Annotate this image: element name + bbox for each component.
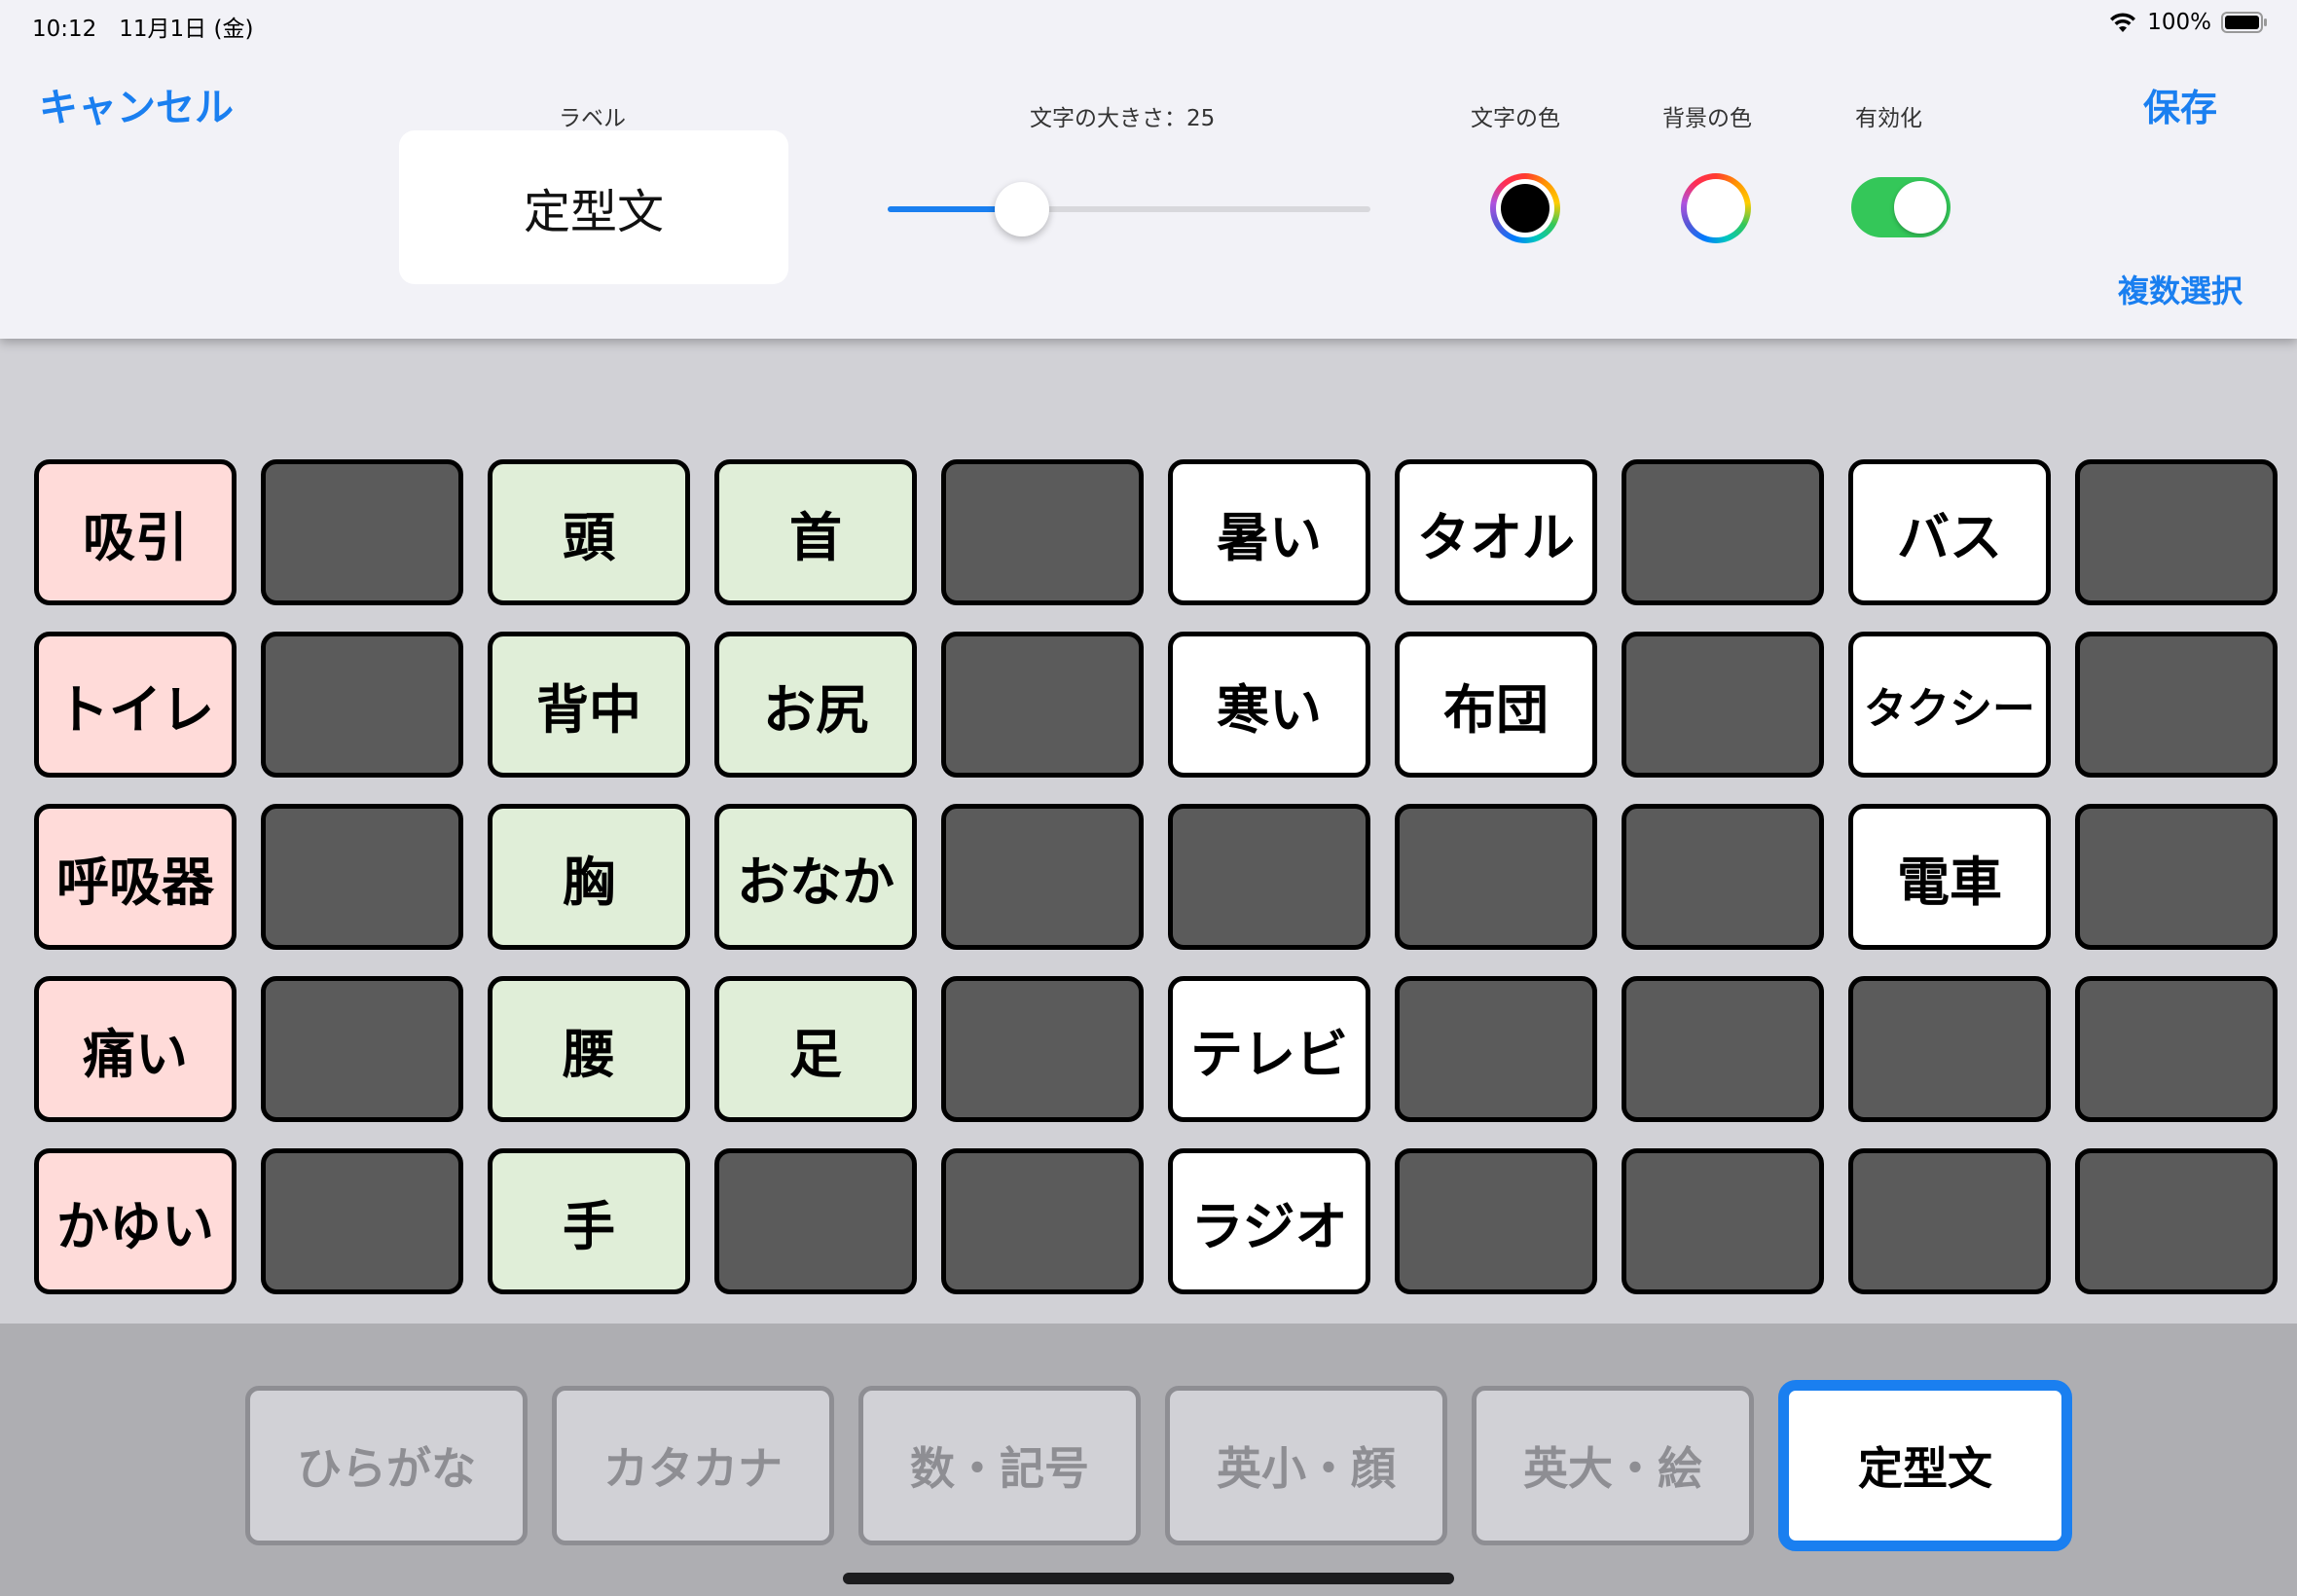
empty-key[interactable] <box>1622 632 1824 778</box>
empty-key[interactable] <box>261 1148 463 1294</box>
empty-key[interactable] <box>1622 804 1824 950</box>
phrase-key[interactable]: 布団 <box>1395 632 1597 778</box>
empty-key[interactable] <box>714 1148 917 1294</box>
tab-0[interactable]: ひらがな <box>245 1386 528 1545</box>
empty-key[interactable] <box>941 632 1144 778</box>
label-caption: ラベル <box>559 106 626 131</box>
empty-key[interactable] <box>2075 976 2278 1122</box>
phrase-key[interactable]: 寒い <box>1168 632 1370 778</box>
font-size-caption: 文字の大きさ：25 <box>1030 106 1216 131</box>
toggle-knob <box>1894 181 1947 234</box>
home-indicator[interactable] <box>843 1573 1454 1584</box>
tab-4[interactable]: 英大・絵 <box>1472 1386 1754 1545</box>
empty-key[interactable] <box>941 976 1144 1122</box>
phrase-key[interactable]: 手 <box>488 1148 690 1294</box>
empty-key[interactable] <box>261 632 463 778</box>
empty-key[interactable] <box>1395 976 1597 1122</box>
key-grid: 吸引 頭首 暑い タオル バストイレ 背中 お尻 寒い 布団 タクシー呼吸器 胸おなか 電車痛い 腰足 テ… <box>34 459 2278 1294</box>
empty-key[interactable] <box>941 804 1144 950</box>
tab-2[interactable]: 数・記号 <box>858 1386 1141 1545</box>
keyboard-tabs: ひらがな カタカナ 数・記号 英小・顔 英大・絵 定型文 <box>245 1380 2072 1551</box>
phrase-key[interactable]: 電車 <box>1848 804 2051 950</box>
phrase-key[interactable]: トイレ <box>34 632 237 778</box>
tab-5[interactable]: 定型文 <box>1778 1380 2072 1551</box>
phrase-key[interactable]: 首 <box>714 459 917 605</box>
empty-key[interactable] <box>261 976 463 1122</box>
phrase-key[interactable]: バス <box>1848 459 2051 605</box>
slider-thumb[interactable] <box>995 182 1049 236</box>
battery-percent: 100% <box>2147 10 2211 35</box>
phrase-key[interactable]: 腰 <box>488 976 690 1122</box>
text-color-caption: 文字の色 <box>1471 106 1560 131</box>
phrase-key[interactable]: ラジオ <box>1168 1148 1370 1294</box>
phrase-key[interactable]: 胸 <box>488 804 690 950</box>
phrase-key[interactable]: お尻 <box>714 632 917 778</box>
label-input[interactable] <box>399 130 788 284</box>
tab-1[interactable]: カタカナ <box>552 1386 834 1545</box>
text-color-well[interactable] <box>1490 173 1560 243</box>
phrase-key[interactable]: 頭 <box>488 459 690 605</box>
empty-key[interactable] <box>941 459 1144 605</box>
empty-key[interactable] <box>1168 804 1370 950</box>
phrase-key[interactable]: 吸引 <box>34 459 237 605</box>
phrase-key[interactable]: かゆい <box>34 1148 237 1294</box>
empty-key[interactable] <box>2075 804 2278 950</box>
empty-key[interactable] <box>2075 1148 2278 1294</box>
empty-key[interactable] <box>2075 459 2278 605</box>
tab-3[interactable]: 英小・顔 <box>1165 1386 1447 1545</box>
enabled-caption: 有効化 <box>1855 106 1922 131</box>
empty-key[interactable] <box>1848 1148 2051 1294</box>
empty-key[interactable] <box>1395 804 1597 950</box>
status-indicators: 100% <box>2108 10 2268 35</box>
phrase-key[interactable]: 呼吸器 <box>34 804 237 950</box>
empty-key[interactable] <box>1622 1148 1824 1294</box>
wifi-icon <box>2110 13 2136 32</box>
font-size-slider[interactable] <box>888 182 1370 236</box>
phrase-key[interactable]: 痛い <box>34 976 237 1122</box>
edit-panel: 10:12 11月1日 (金) 100% キャンセル 保存 複数選択 ラベル 文… <box>0 0 2297 339</box>
phrase-key[interactable]: 背中 <box>488 632 690 778</box>
battery-icon <box>2221 12 2267 33</box>
status-time: 10:12 11月1日 (金) <box>32 17 254 42</box>
empty-key[interactable] <box>1848 976 2051 1122</box>
enabled-toggle[interactable] <box>1851 177 1951 237</box>
empty-key[interactable] <box>1395 1148 1597 1294</box>
bg-color-well[interactable] <box>1681 173 1751 243</box>
phrase-key[interactable]: テレビ <box>1168 976 1370 1122</box>
empty-key[interactable] <box>1622 976 1824 1122</box>
multi-select-button[interactable]: 複数選択 <box>2118 267 2242 311</box>
save-button[interactable]: 保存 <box>2143 78 2217 131</box>
phrase-key[interactable]: 足 <box>714 976 917 1122</box>
phrase-key[interactable]: 暑い <box>1168 459 1370 605</box>
phrase-key[interactable]: タオル <box>1395 459 1597 605</box>
empty-key[interactable] <box>261 459 463 605</box>
empty-key[interactable] <box>2075 632 2278 778</box>
empty-key[interactable] <box>261 804 463 950</box>
cancel-button[interactable]: キャンセル <box>39 76 234 132</box>
bg-color-swatch <box>1692 184 1740 233</box>
text-color-swatch <box>1501 184 1550 233</box>
empty-key[interactable] <box>1622 459 1824 605</box>
phrase-key[interactable]: おなか <box>714 804 917 950</box>
bg-color-caption: 背景の色 <box>1662 106 1752 131</box>
empty-key[interactable] <box>941 1148 1144 1294</box>
phrase-key[interactable]: タクシー <box>1848 632 2051 778</box>
